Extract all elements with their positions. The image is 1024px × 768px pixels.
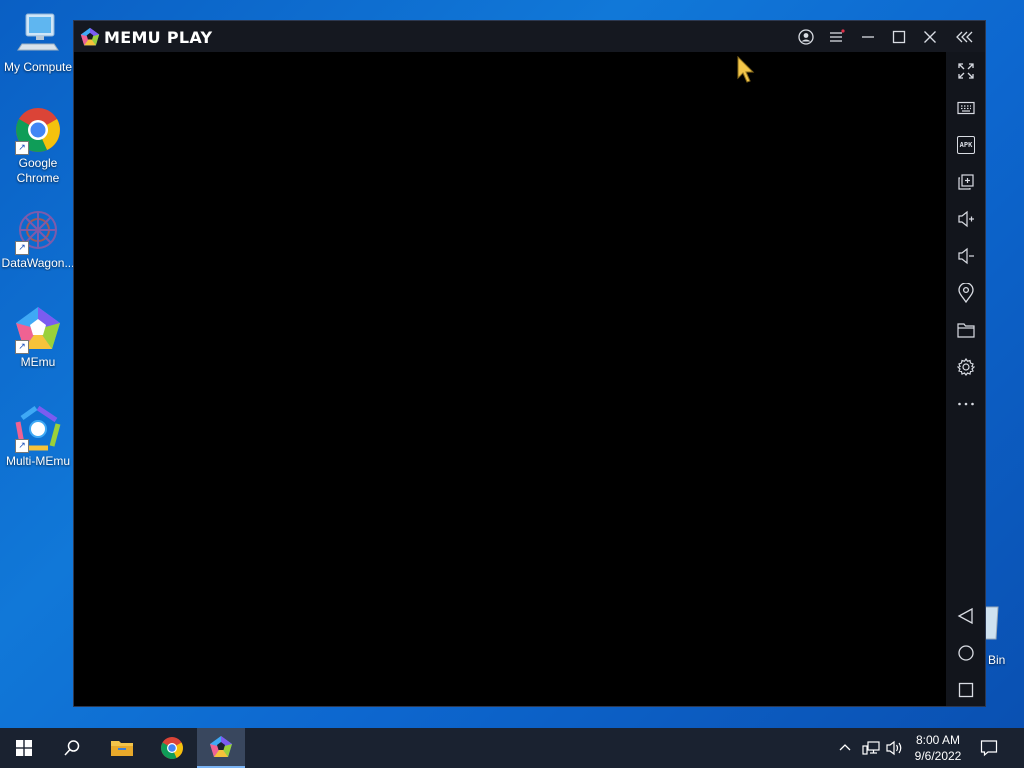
network-icon [862,741,880,755]
chevron-up-icon [839,744,851,751]
recycle-bin-icon [984,606,999,640]
app-name: MEMU PLAY [104,27,213,47]
datawagon-icon: ↗ [14,206,62,255]
shared-folder-button[interactable] [955,319,977,341]
memu-icon [210,736,232,757]
menu-icon [830,29,845,42]
memu-logo-icon: ↗ [14,305,62,354]
home-button[interactable] [955,642,977,664]
collapse-toolbar-button[interactable] [955,27,975,47]
desktop-icon-label: Google Chrome [16,156,60,185]
chrome-taskbar-button[interactable] [148,728,196,768]
folder-icon [957,323,975,338]
volume-up-button[interactable] [955,208,977,230]
recents-button[interactable] [955,679,977,701]
desktop-icon-my-computer[interactable]: My Compute [0,10,76,75]
desktop-icon-label: Multi-MEmu [5,454,70,468]
minimize-button[interactable] [858,27,878,47]
home-icon [958,645,974,661]
shortcut-arrow-icon: ↗ [15,439,29,453]
back-button[interactable] [955,605,977,627]
chrome-icon: ↗ [14,106,62,155]
shortcut-arrow-icon: ↗ [15,141,29,155]
desktop-icon-multi-memu[interactable]: ↗ Multi-MEmu [0,404,76,469]
collapse-toolbar-icon [956,31,973,43]
desktop-icon-google-chrome[interactable]: ↗ Google Chrome [0,106,76,186]
show-hidden-icons-button[interactable] [838,740,854,756]
search-button[interactable] [48,728,96,768]
memu-window: MEMU PLAY APK [74,21,985,706]
menu-button[interactable] [827,27,847,47]
emulator-screen[interactable] [74,52,946,706]
file-explorer-icon [111,741,133,756]
multi-window-icon [958,174,974,190]
desktop-icon-memu[interactable]: ↗ MEmu [0,305,76,370]
multi-memu-icon: ↗ [14,404,62,453]
keyboard-button[interactable] [955,97,977,119]
apk-label: APK [959,141,973,149]
keyboard-icon [957,101,975,115]
notification-icon [980,740,998,757]
close-button[interactable] [920,27,940,47]
desktop-icon-label: Bin [988,653,1006,667]
network-tray-button[interactable] [862,740,880,756]
chrome-icon [161,737,183,759]
taskbar: 8:00 AM 9/6/2022 [0,728,1024,768]
desktop-icon-recycle-bin[interactable]: Bin [980,605,1024,675]
mouse-cursor-icon [737,56,755,83]
notifications-button[interactable] [980,739,1000,757]
titlebar[interactable]: MEMU PLAY [74,21,985,52]
volume-down-icon [958,247,974,265]
windows-start-icon [16,740,32,756]
memu-taskbar-button[interactable] [197,728,245,768]
location-button[interactable] [955,282,977,304]
desktop-icon-label: DataWagon... [1,256,75,270]
fullscreen-icon [958,63,974,79]
computer-icon [14,10,62,58]
fullscreen-button[interactable] [955,60,977,82]
settings-button[interactable] [955,356,977,378]
account-icon [798,29,814,45]
volume-up-icon [958,210,974,228]
desktop-icon-label: MEmu [20,355,56,369]
clock-time: 8:00 AM [915,733,961,747]
clock[interactable]: 8:00 AM 9/6/2022 [908,732,968,764]
close-icon [924,31,936,43]
maximize-button[interactable] [889,27,909,47]
account-button[interactable] [796,27,816,47]
apk-install-icon: APK [957,136,975,154]
multi-window-button[interactable] [955,171,977,193]
file-explorer-taskbar-button[interactable] [98,728,146,768]
desktop-icon-datawagon[interactable]: ↗ DataWagon... [0,206,76,271]
maximize-icon [892,30,906,44]
start-button[interactable] [0,728,48,768]
memu-logo-icon [80,27,100,46]
volume-tray-button[interactable] [886,740,904,756]
speaker-icon [886,740,902,756]
settings-icon [957,358,975,376]
more-button[interactable] [955,393,977,415]
recents-icon [958,682,974,698]
shortcut-arrow-icon: ↗ [15,241,29,255]
volume-down-button[interactable] [955,245,977,267]
minimize-icon [862,36,874,38]
location-icon [958,283,974,303]
search-icon [64,740,80,756]
shortcut-arrow-icon: ↗ [15,340,29,354]
back-icon [957,607,973,625]
app-logo: MEMU PLAY [80,27,212,47]
side-toolbar: APK [946,52,985,706]
clock-date: 9/6/2022 [914,749,962,763]
desktop-icon-label: My Compute [3,60,73,74]
apk-install-button[interactable]: APK [955,134,977,156]
more-icon [958,402,974,406]
